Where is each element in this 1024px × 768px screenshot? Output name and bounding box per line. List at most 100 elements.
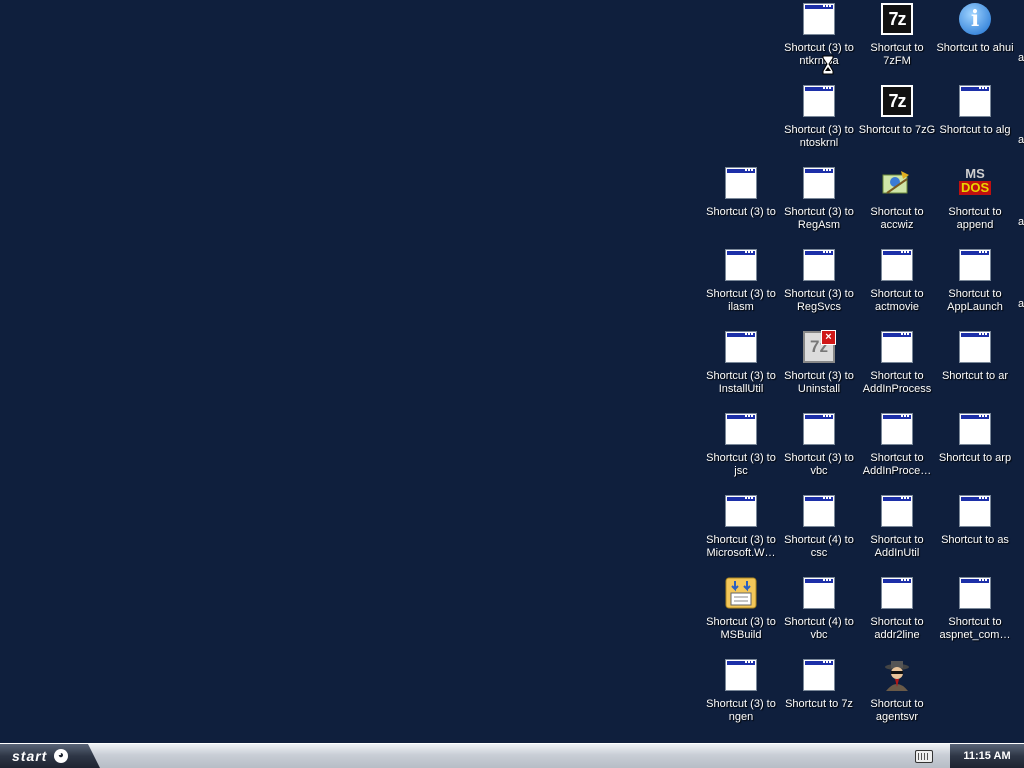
start-label: start [12,748,48,764]
window-icon [881,413,913,445]
desktop-shortcut[interactable]: Shortcut to 7z [780,656,858,736]
desktop-shortcut[interactable]: Shortcut (3) to ngen [702,656,780,736]
offscreen-icon-label-fragment: a [1018,52,1024,64]
shortcut-label: Shortcut to AddInProce… [862,452,932,477]
clock-time: 11:15 AM [963,750,1011,762]
desktop-shortcut[interactable]: Shortcut to alg [936,82,1014,162]
start-orb-icon: ◕ [54,749,69,763]
shortcut-label: Shortcut to append [948,206,1002,231]
desktop[interactable]: Shortcut (3) to ntkrnlpa 7z Shortcut to 7z… [0,0,1024,744]
window-icon [803,3,835,35]
desktop-shortcut[interactable]: Shortcut to ar [936,328,1014,408]
shortcut-label: Shortcut to 7z [785,698,853,710]
window-icon [881,577,913,609]
info-icon: i [959,3,991,35]
window-icon [881,495,913,527]
window-icon [725,413,757,445]
desktop-shortcut[interactable]: 7z Shortcut to 7zFM [858,0,936,80]
shortcut-label: Shortcut to 7zG [858,124,936,136]
shortcut-label: Shortcut to as [941,534,1009,546]
desktop-shortcut[interactable]: Shortcut (3) to ilasm [702,246,780,326]
shortcut-label: Shortcut (3) to [706,206,776,218]
window-icon [725,249,757,281]
start-button[interactable]: start ◕ [0,744,100,768]
desktop-shortcut[interactable]: Shortcut (3) to jsc [702,410,780,490]
desktop-shortcut[interactable]: Shortcut (3) to RegSvcs [780,246,858,326]
desktop-shortcut[interactable]: Shortcut to AddInProcess [858,328,936,408]
desktop-shortcut[interactable]: Shortcut (3) to [702,164,780,244]
window-icon [959,249,991,281]
window-icon [803,413,835,445]
desktop-shortcut[interactable]: Shortcut (3) to RegAsm [780,164,858,244]
desktop-shortcut[interactable]: Shortcut (4) to csc [780,492,858,572]
ms-dos-icon: MS DOS [959,166,992,195]
shortcut-label: Shortcut to 7zFM [870,42,924,67]
shortcut-label: Shortcut (4) to vbc [784,616,854,641]
desktop-shortcut[interactable]: Shortcut to AddInProce… [858,410,936,490]
keyboard-icon[interactable] [915,750,933,763]
desktop-shortcut[interactable]: Shortcut to AddInUtil [858,492,936,572]
shortcut-label: Shortcut to AppLaunch [947,288,1003,313]
desktop-shortcut[interactable]: Shortcut to aspnet_com… [936,574,1014,654]
offscreen-icon-label-fragment: a [1018,134,1024,146]
desktop-shortcut[interactable]: MS DOS Shortcut to append [936,164,1014,244]
shortcut-label: Shortcut (3) to ngen [706,698,776,723]
window-icon [959,331,991,363]
shortcut-label: Shortcut (3) to ntoskrnl [784,124,854,149]
shortcut-label: Shortcut (3) to ilasm [706,288,776,313]
window-icon [725,331,757,363]
desktop-shortcut[interactable]: Shortcut (3) to vbc [780,410,858,490]
window-icon [881,331,913,363]
desktop-shortcut[interactable]: Shortcut to accwiz [858,164,936,244]
system-clock[interactable]: 11:15 AM [950,744,1024,768]
shortcut-label: Shortcut to arp [938,452,1012,464]
window-icon [803,167,835,199]
desktop-shortcut[interactable]: 7z × Shortcut (3) to Uninstall [780,328,858,408]
7z-icon: 7z [881,3,913,35]
shortcut-label: Shortcut (3) to RegAsm [784,206,854,231]
window-icon [725,659,757,691]
window-icon [959,495,991,527]
shortcut-label: Shortcut to AddInUtil [870,534,924,559]
7z-icon: 7z [881,85,913,117]
7z-uninstall-icon: 7z × [803,330,836,363]
window-icon [959,413,991,445]
desktop-shortcut[interactable]: Shortcut (3) to Microsoft.W… [702,492,780,572]
window-icon [881,249,913,281]
desktop-shortcut[interactable]: i Shortcut to ahui [936,0,1014,80]
busy-cursor-icon [822,55,834,75]
desktop-shortcut[interactable]: Shortcut (3) to ntoskrnl [780,82,858,162]
shortcut-label: Shortcut (3) to ntkrnlpa [784,42,854,67]
shortcut-label: Shortcut to accwiz [870,206,924,231]
shortcut-label: Shortcut to ar [941,370,1009,382]
desktop-shortcut[interactable]: Shortcut to arp [936,410,1014,490]
window-icon [803,249,835,281]
window-icon [725,495,757,527]
desktop-shortcut[interactable]: Shortcut (4) to vbc [780,574,858,654]
desktop-shortcut[interactable]: 7z Shortcut to 7zG [858,82,936,162]
taskbar: start ◕ 11:15 AM [0,743,1024,768]
shortcut-label: Shortcut to addr2line [870,616,924,641]
desktop-shortcut[interactable]: Shortcut (3) to InstallUtil [702,328,780,408]
window-icon [959,577,991,609]
offscreen-icon-label-fragment: a [1018,216,1024,228]
shortcut-label: Shortcut to agentsvr [870,698,924,723]
window-icon [959,85,991,117]
desktop-shortcut[interactable]: Shortcut to agentsvr [858,656,936,736]
shortcut-label: Shortcut (3) to MSBuild [706,616,776,641]
desktop-shortcut[interactable]: Shortcut to actmovie [858,246,936,326]
shortcut-label: Shortcut (3) to RegSvcs [784,288,854,313]
shortcut-label: Shortcut (3) to InstallUtil [706,370,776,395]
desktop-shortcut[interactable]: Shortcut to as [936,492,1014,572]
accessibility-wizard-icon [881,167,913,199]
desktop-shortcut[interactable]: Shortcut (3) to ntkrnlpa [780,0,858,80]
desktop-shortcut[interactable]: Shortcut to AppLaunch [936,246,1014,326]
msbuild-icon [725,577,757,609]
window-icon [803,659,835,691]
window-icon [725,167,757,199]
shortcut-label: Shortcut (3) to vbc [784,452,854,477]
desktop-shortcut[interactable]: Shortcut to addr2line [858,574,936,654]
desktop-shortcut[interactable]: Shortcut (3) to MSBuild [702,574,780,654]
shortcut-label: Shortcut (3) to Uninstall [784,370,854,395]
shortcut-label: Shortcut to ahui [936,42,1014,54]
